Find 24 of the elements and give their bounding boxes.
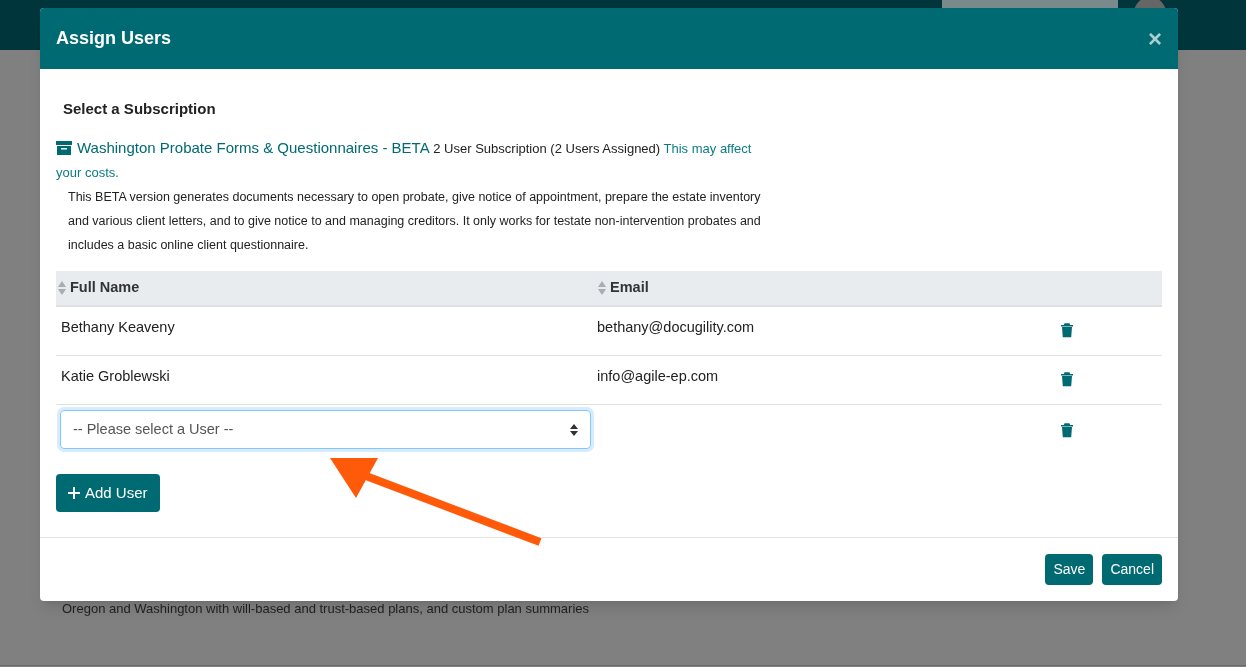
plan-description: Oregon and Washington with will-based and trust-based plans, and custom plan summaries [62,601,589,616]
add-user-button[interactable]: Add User [56,474,160,512]
user-select[interactable]: -- Please select a User -- [60,410,591,449]
column-header[interactable]: Email [596,277,1036,299]
trash-icon[interactable] [1060,421,1074,438]
table-cell: info@agile-ep.com [597,368,719,384]
archive-icon [56,141,72,156]
section-title: Select a Subscription [63,100,216,117]
table-cell: Bethany Keaveny [61,319,175,335]
trash-icon[interactable] [1060,322,1074,338]
dialog-title: Assign Users [56,27,172,50]
table-cell: Katie Groblewski [61,368,170,384]
dialog-button[interactable]: Cancel [1102,554,1162,585]
select-caret-icon [570,423,578,436]
close-button[interactable]: × [1148,26,1162,51]
table-cell: bethany@docugility.com [597,319,755,335]
subscription-line: Washington Probate Forms & Questionnaires - BETA 2 User Subscription (2 Users Assigned) This may affect your costs. [56,138,753,182]
plus-icon [68,487,80,499]
subscription-description: This BETA version generates documents necessary to open probate, give notice of appointment, prepare the estate inventory and various client letters, and to give notice to and managing creditors. It only works for testate non-intervention probates and includes a basic online client questionnaire. [67,189,762,254]
sort-icon [58,281,66,295]
trash-icon[interactable] [1060,371,1074,387]
dialog-button[interactable]: Save [1045,554,1094,585]
sort-icon [598,281,606,295]
column-header[interactable]: Full Name [56,277,596,299]
